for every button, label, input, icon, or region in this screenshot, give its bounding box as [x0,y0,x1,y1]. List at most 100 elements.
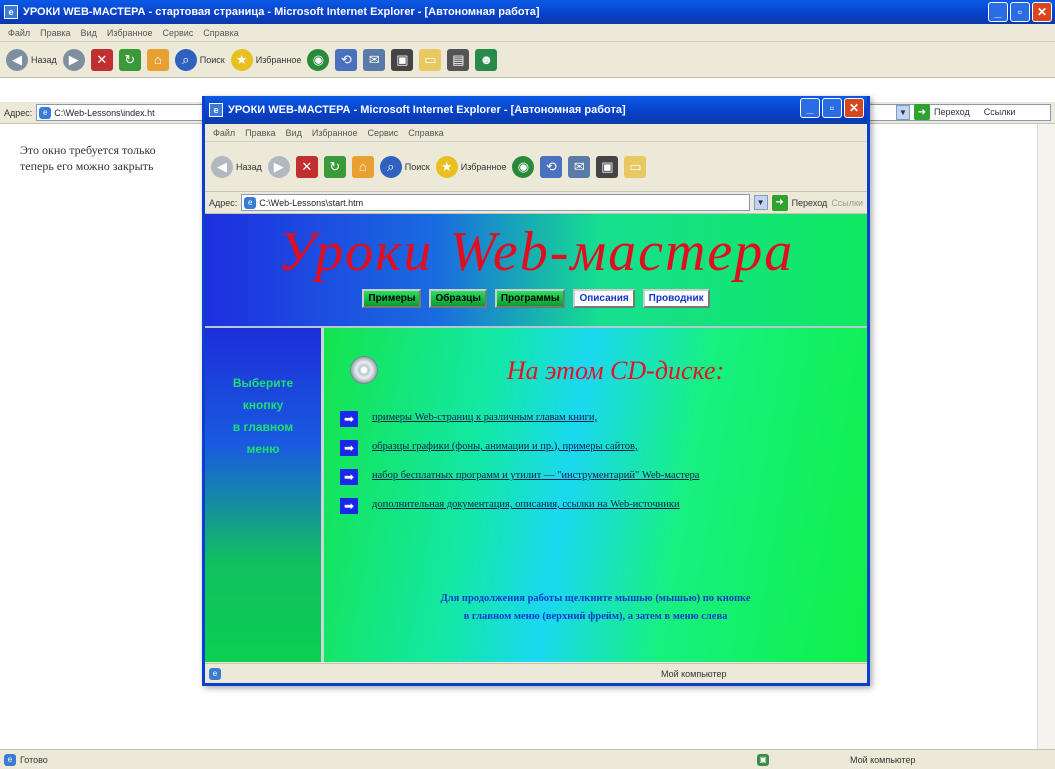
menu-file[interactable]: Файл [8,28,30,38]
instruction-note: Для продолжения работы щелкните мышью (м… [324,590,867,626]
stop-icon[interactable]: ✕ [90,48,113,71]
menu-edit[interactable]: Правка [40,28,70,38]
menu-edit[interactable]: Правка [245,128,275,138]
inner-window-title: УРОКИ WEB-МАСТЕРА - Microsoft Internet E… [228,104,626,116]
folder-icon[interactable]: ▭ [419,48,442,71]
forward-icon[interactable]: ▶ [267,155,290,178]
menu-view[interactable]: Вид [286,128,302,138]
nav-button-examples[interactable]: Примеры [362,289,422,308]
menu-view[interactable]: Вид [81,28,97,38]
menu-tools[interactable]: Сервис [367,128,398,138]
back-button[interactable]: ◀ Назад [6,48,57,71]
refresh-icon[interactable]: ↻ [118,48,141,71]
ie-icon: e [4,5,18,19]
minimize-button[interactable]: _ [800,98,820,118]
back-button[interactable]: ◀ Назад [211,155,262,178]
mail-icon[interactable]: ✉ [363,48,386,71]
outer-status-bar: e Готово ▣ Мой компьютер [0,749,1055,769]
nav-button-descriptions[interactable]: Описания [573,289,635,308]
note-line: в главном меню (верхний фрейм), а затем … [463,611,728,622]
left-text-line: в главном [232,420,294,434]
nav-button-explorer[interactable]: Проводник [642,289,710,308]
address-dropdown-button[interactable]: ▼ [753,195,768,210]
media-icon[interactable]: ◉ [307,48,330,71]
minimize-button[interactable]: _ [988,2,1008,22]
search-icon: ⌕ [174,48,197,71]
maximize-button[interactable]: ▫ [1010,2,1030,22]
content-link[interactable]: примеры Web-страниц к различным главам к… [372,410,597,425]
messenger-icon[interactable]: ☻ [475,48,498,71]
history-icon[interactable]: ⟲ [335,48,358,71]
history-icon[interactable]: ⟲ [540,155,563,178]
menu-help[interactable]: Справка [408,128,443,138]
main-heading: На этом CD-диске: [506,356,725,385]
menu-favorites[interactable]: Избранное [107,28,153,38]
inner-address-bar: Адрес: e C:\Web-Lessons\start.htm ▼ ➜ Пе… [205,192,867,214]
outer-address-controls: ▼ ➜ Переход Ссылки [896,104,1015,120]
folder-icon[interactable]: ▭ [624,155,647,178]
arrow-icon: ➡ [340,411,358,427]
menu-file[interactable]: Файл [213,128,235,138]
arrow-icon: ➡ [340,440,358,456]
status-zone: Мой компьютер [850,754,916,765]
home-icon[interactable]: ⌂ [351,155,374,178]
address-label: Адрес: [4,107,33,118]
back-icon: ◀ [6,48,28,71]
maximize-button[interactable]: ▫ [822,98,842,118]
content-link[interactable]: набор бесплатных программ и утилит — "ин… [372,468,832,483]
inner-browser-window: e УРОКИ WEB-МАСТЕРА - Microsoft Internet… [202,96,870,686]
nav-button-programs[interactable]: Программы [494,289,566,308]
inner-address-input[interactable]: e C:\Web-Lessons\start.htm [241,194,750,211]
close-button[interactable]: ✕ [1032,2,1052,22]
inner-status-bar: e Мой компьютер [205,663,867,683]
home-icon[interactable]: ⌂ [146,48,169,71]
edit-icon[interactable]: ▤ [447,48,470,71]
favorites-button[interactable]: ★ Избранное [230,48,301,71]
menu-favorites[interactable]: Избранное [312,128,358,138]
content-link[interactable]: дополнительная документация, описания, с… [372,497,812,512]
page-icon: e [209,667,221,680]
mail-icon[interactable]: ✉ [568,155,591,178]
top-frame-banner: Уроки Web-мастера Примеры Образцы Програ… [205,214,867,326]
favorites-icon: ★ [230,48,253,71]
outer-window-title: УРОКИ WEB-МАСТЕРА - стартовая страница -… [23,6,540,18]
media-icon[interactable]: ◉ [512,155,535,178]
outer-toolbar: ◀ Назад ▶ ✕ ↻ ⌂ ⌕ Поиск ★ Избранное ◉ ⟲ ✉ ▣… [0,42,1055,78]
left-text-line: меню [246,442,280,456]
menu-tools[interactable]: Сервис [162,28,193,38]
content-link[interactable]: образцы графики (фоны, анимации и пр.), … [372,439,638,454]
inner-toolbar: ◀ Назад ▶ ✕ ↻ ⌂ ⌕ Поиск ★ Избранное ◉ ⟲ ✉ ▣… [205,142,867,192]
search-button[interactable]: ⌕ Поиск [379,155,430,178]
outer-title-bar[interactable]: e УРОКИ WEB-МАСТЕРА - стартовая страница… [0,0,1055,24]
page-icon: e [4,753,16,766]
menu-help[interactable]: Справка [203,28,238,38]
list-item: ➡ примеры Web-страниц к различным главам… [340,410,840,427]
go-button[interactable]: Переход [934,107,970,117]
stop-icon[interactable]: ✕ [295,155,318,178]
forward-icon[interactable]: ▶ [62,48,85,71]
print-icon[interactable]: ▣ [596,155,619,178]
outer-vertical-scrollbar[interactable] [1037,124,1055,749]
left-frame: Выберите кнопку в главном меню [205,328,321,662]
go-icon[interactable]: ➜ [914,104,930,120]
favorites-button[interactable]: ★ Избранное [435,155,506,178]
close-button[interactable]: ✕ [844,98,864,118]
page-icon: e [39,106,52,119]
network-icon: ▣ [757,753,769,766]
print-icon[interactable]: ▣ [391,48,414,71]
go-button[interactable]: Переход [792,198,828,208]
favorites-icon: ★ [435,155,458,178]
status-text: Готово [20,754,48,765]
links-button[interactable]: Ссылки [984,107,1016,117]
nav-button-samples[interactable]: Образцы [429,289,487,308]
inner-title-bar[interactable]: e УРОКИ WEB-МАСТЕРА - Microsoft Internet… [205,96,867,124]
search-button[interactable]: ⌕ Поиск [174,48,225,71]
ie-icon: e [209,103,223,117]
list-item: ➡ образцы графики (фоны, анимации и пр.)… [340,439,840,456]
status-zone: Мой компьютер [661,668,727,679]
web-page: Уроки Web-мастера Примеры Образцы Програ… [205,214,867,662]
links-button[interactable]: Ссылки [831,198,863,208]
refresh-icon[interactable]: ↻ [323,155,346,178]
go-icon[interactable]: ➜ [771,194,788,211]
address-dropdown-button[interactable]: ▼ [896,104,910,120]
